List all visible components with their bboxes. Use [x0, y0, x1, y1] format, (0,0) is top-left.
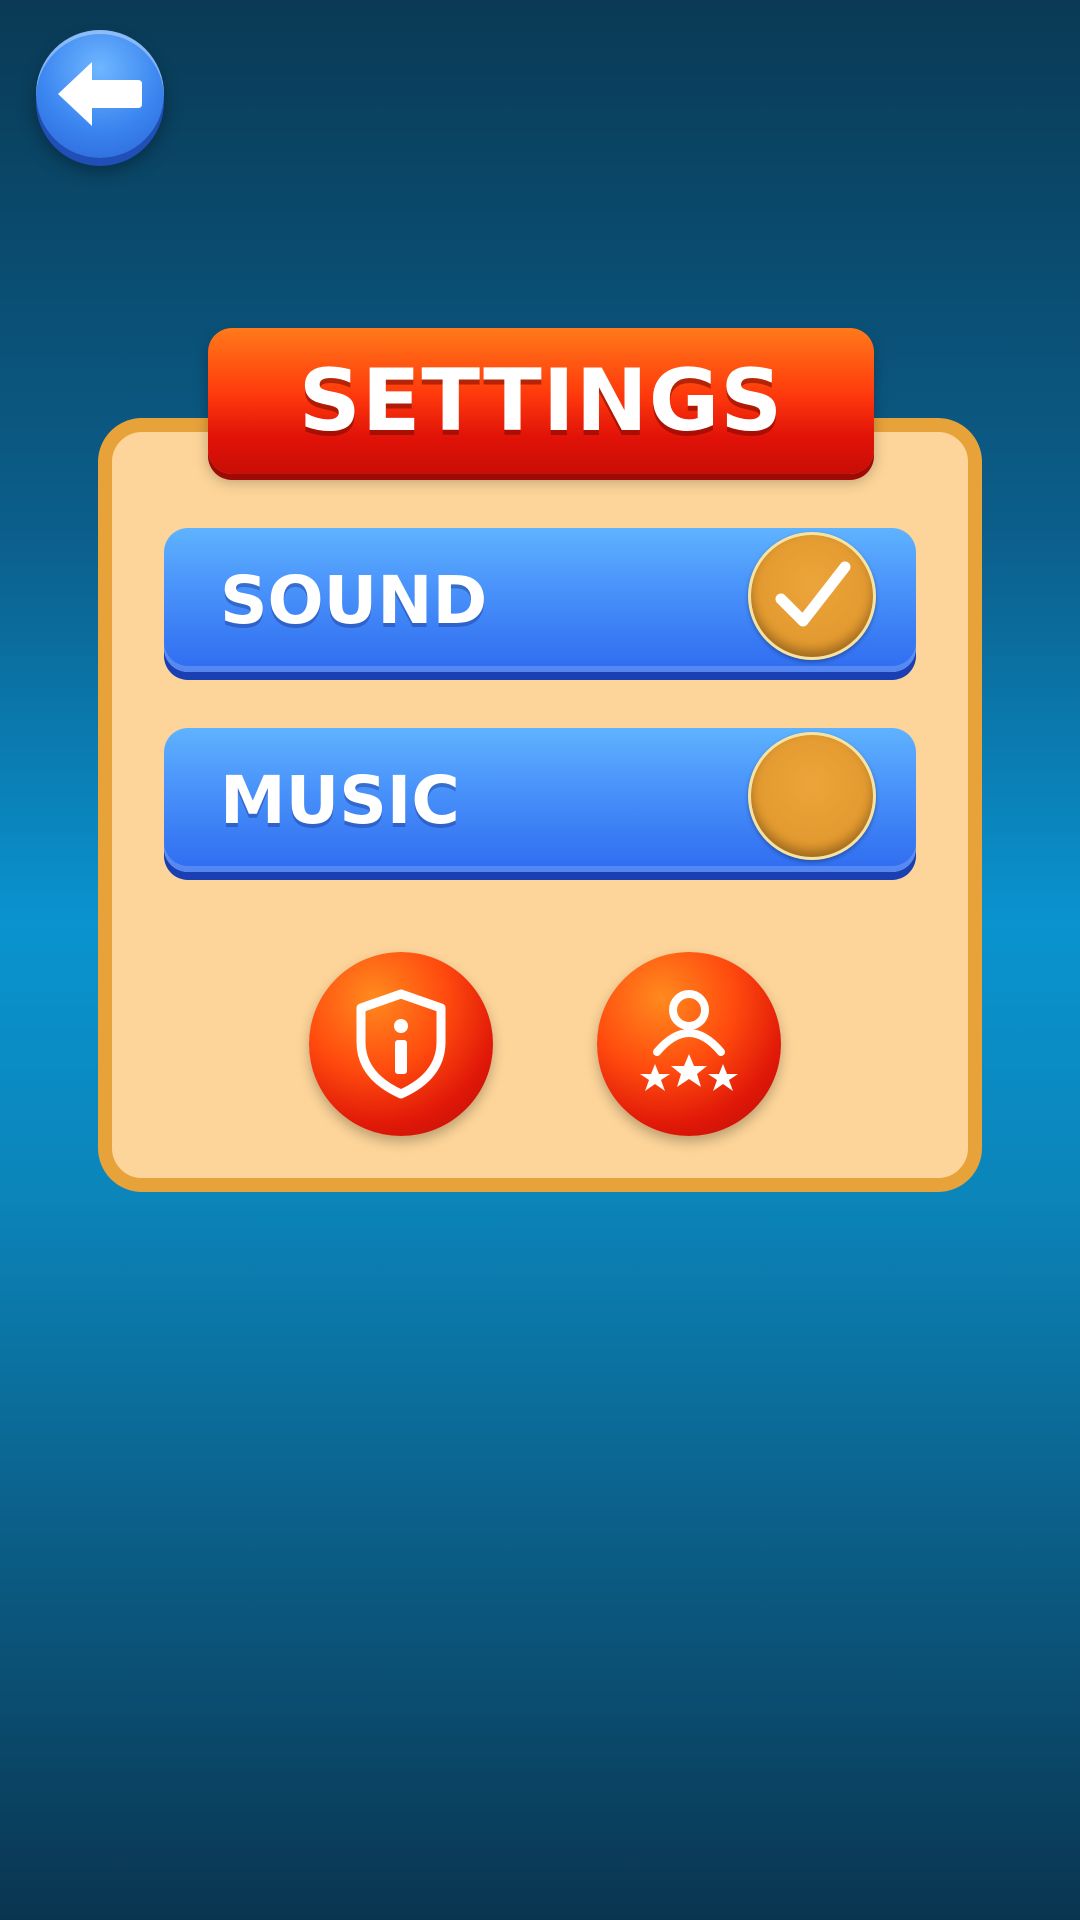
page-title: SETTINGS: [298, 351, 784, 451]
sound-toggle-row[interactable]: SOUND: [164, 528, 916, 672]
sound-label: SOUND: [220, 562, 488, 639]
arrow-left-icon: [58, 62, 142, 126]
music-toggle-row[interactable]: MUSIC: [164, 728, 916, 872]
music-toggle[interactable]: [748, 732, 876, 860]
privacy-info-button[interactable]: [309, 952, 493, 1136]
title-banner: SETTINGS: [208, 328, 874, 474]
user-rating-stars-icon: [640, 990, 738, 1091]
sound-toggle[interactable]: [748, 532, 876, 660]
shield-info-icon: [356, 989, 446, 1099]
music-label: MUSIC: [220, 762, 460, 839]
back-button[interactable]: [36, 30, 164, 158]
checkmark-icon: [775, 561, 851, 627]
rate-button[interactable]: [597, 952, 781, 1136]
